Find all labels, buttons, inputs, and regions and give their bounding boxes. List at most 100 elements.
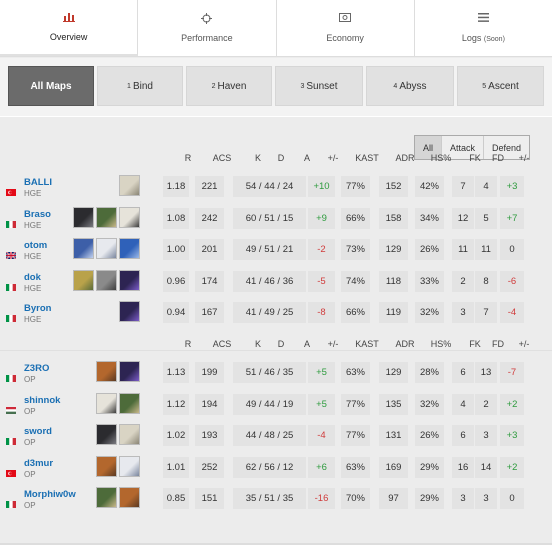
agent-dark-icon (73, 206, 94, 228)
column-header-d[interactable]: D (278, 153, 285, 163)
column-header-fd[interactable]: FD (492, 153, 504, 163)
player-row: BALLI HGE 1.18 221 54 / 44 / 24 +10 77% 152 42% 7… (0, 175, 528, 200)
player-name-link[interactable]: Morphiw0w (24, 489, 76, 500)
stat-hs: 26% (415, 239, 444, 260)
column-header-fpm[interactable]: +/- (519, 153, 530, 163)
tab-overview[interactable]: Overview (0, 0, 139, 56)
column-header-r[interactable]: R (185, 339, 192, 349)
stat-fd: 3 (475, 425, 497, 446)
map-sunset[interactable]: 3 Sunset (275, 66, 363, 106)
stat-hs: 32% (415, 302, 444, 323)
player-name-link[interactable]: dok (24, 272, 41, 283)
stat-adr: 119 (379, 302, 408, 323)
agent-blue2-icon (119, 238, 140, 259)
stat-r: 0.94 (163, 302, 189, 323)
player-name-link[interactable]: Z3RO (24, 363, 49, 374)
player-name-link[interactable]: shinnok (24, 395, 60, 406)
column-header-kast[interactable]: KAST (355, 153, 379, 163)
map-abyss[interactable]: 4 Abyss (366, 66, 454, 106)
stat-fd: 13 (475, 362, 497, 383)
stat-kda: 51 / 46 / 35 (233, 362, 306, 383)
map-haven[interactable]: 2 Haven (186, 66, 272, 106)
stat-fk: 3 (452, 302, 474, 323)
column-header-hs[interactable]: HS% (431, 153, 452, 163)
stat-kda: 49 / 51 / 21 (233, 239, 306, 260)
stat-acs: 199 (195, 362, 224, 383)
column-header-fd[interactable]: FD (492, 339, 504, 349)
player-team: OP (24, 501, 36, 510)
map-number: 4 (393, 82, 398, 90)
agent-orange-icon (119, 487, 140, 508)
tab-economy[interactable]: Economy (277, 0, 415, 56)
flag-it-icon (6, 432, 16, 445)
stat-r: 1.12 (163, 393, 189, 415)
column-header-acs[interactable]: ACS (213, 339, 232, 349)
column-header-kast[interactable]: KAST (355, 339, 379, 349)
agent-green-icon (119, 392, 140, 414)
flag-hu-icon (6, 401, 16, 414)
player-name-link[interactable]: Byron (24, 303, 51, 314)
stat-fk: 7 (452, 176, 474, 197)
column-header-adr[interactable]: ADR (395, 153, 414, 163)
stat-kast: 77% (341, 176, 370, 197)
agent-purple-icon (119, 361, 140, 382)
stat-r: 0.85 (163, 488, 189, 509)
stat-fpm: +3 (500, 176, 524, 197)
stat-adr: 135 (379, 393, 408, 415)
column-header-fk[interactable]: FK (469, 339, 481, 349)
stat-kast: 77% (341, 393, 370, 415)
stat-acs: 201 (195, 239, 224, 260)
player-row: otom HGE 1.00 201 49 / 51 / 21 -2 73% 129 26% 11 1… (0, 238, 528, 263)
column-header-k[interactable]: K (255, 153, 261, 163)
column-header-adr[interactable]: ADR (395, 339, 414, 349)
player-name-link[interactable]: otom (24, 240, 47, 251)
agent-light-icon (119, 175, 140, 196)
stat-acs: 167 (195, 302, 224, 323)
stat-r: 0.96 (163, 270, 189, 292)
flag-it-icon (6, 309, 16, 322)
player-name-link[interactable]: d3mur (24, 458, 53, 469)
flag-it-icon (6, 278, 16, 291)
player-team: OP (24, 438, 36, 447)
stat-fd: 8 (475, 270, 497, 292)
stat-r: 1.01 (163, 456, 189, 478)
stat-fd: 2 (475, 393, 497, 415)
tab-bar: Overview Performance Economy Logs (Soon) (0, 0, 552, 57)
flag-it-icon (6, 369, 16, 382)
map-label: Haven (217, 80, 247, 92)
tab-label: Performance (181, 33, 233, 43)
stat-fk: 16 (452, 456, 474, 478)
stat-fd: 5 (475, 207, 497, 229)
column-header-fk[interactable]: FK (469, 153, 481, 163)
column-header-fpm[interactable]: +/- (519, 339, 530, 349)
column-header-r[interactable]: R (185, 153, 192, 163)
tab-performance[interactable]: Performance (138, 0, 277, 56)
column-header-a[interactable]: A (304, 153, 310, 163)
stat-fpm: -4 (500, 302, 524, 323)
map-ascent[interactable]: 5 Ascent (457, 66, 544, 106)
tab-logs[interactable]: Logs (Soon) (415, 0, 552, 56)
column-header-pm[interactable]: +/- (328, 339, 339, 349)
map-bind[interactable]: 1 Bind (97, 66, 183, 106)
column-header-hs[interactable]: HS% (431, 339, 452, 349)
player-name-link[interactable]: Braso (24, 209, 51, 220)
column-header-acs[interactable]: ACS (213, 153, 232, 163)
player-row: shinnok OP 1.12 194 49 / 44 / 19 +5 77% 135 32% 4… (0, 392, 528, 418)
column-header-a[interactable]: A (304, 339, 310, 349)
stat-adr: 129 (379, 362, 408, 383)
player-name-link[interactable]: sword (24, 426, 52, 437)
team-divider (0, 350, 552, 351)
stat-pm: +10 (308, 176, 335, 197)
stat-kda: 54 / 44 / 24 (233, 176, 306, 197)
map-all[interactable]: All Maps (8, 66, 94, 106)
column-header-d[interactable]: D (278, 339, 285, 349)
column-header-k[interactable]: K (255, 339, 261, 349)
map-label: All Maps (30, 80, 72, 92)
column-header-pm[interactable]: +/- (328, 153, 339, 163)
stat-adr: 158 (379, 207, 408, 229)
stat-fk: 6 (452, 425, 474, 446)
player-name-link[interactable]: BALLI (24, 177, 52, 188)
stat-kda: 60 / 51 / 15 (233, 207, 306, 229)
player-team: HGE (24, 283, 42, 293)
stat-hs: 26% (415, 425, 444, 446)
